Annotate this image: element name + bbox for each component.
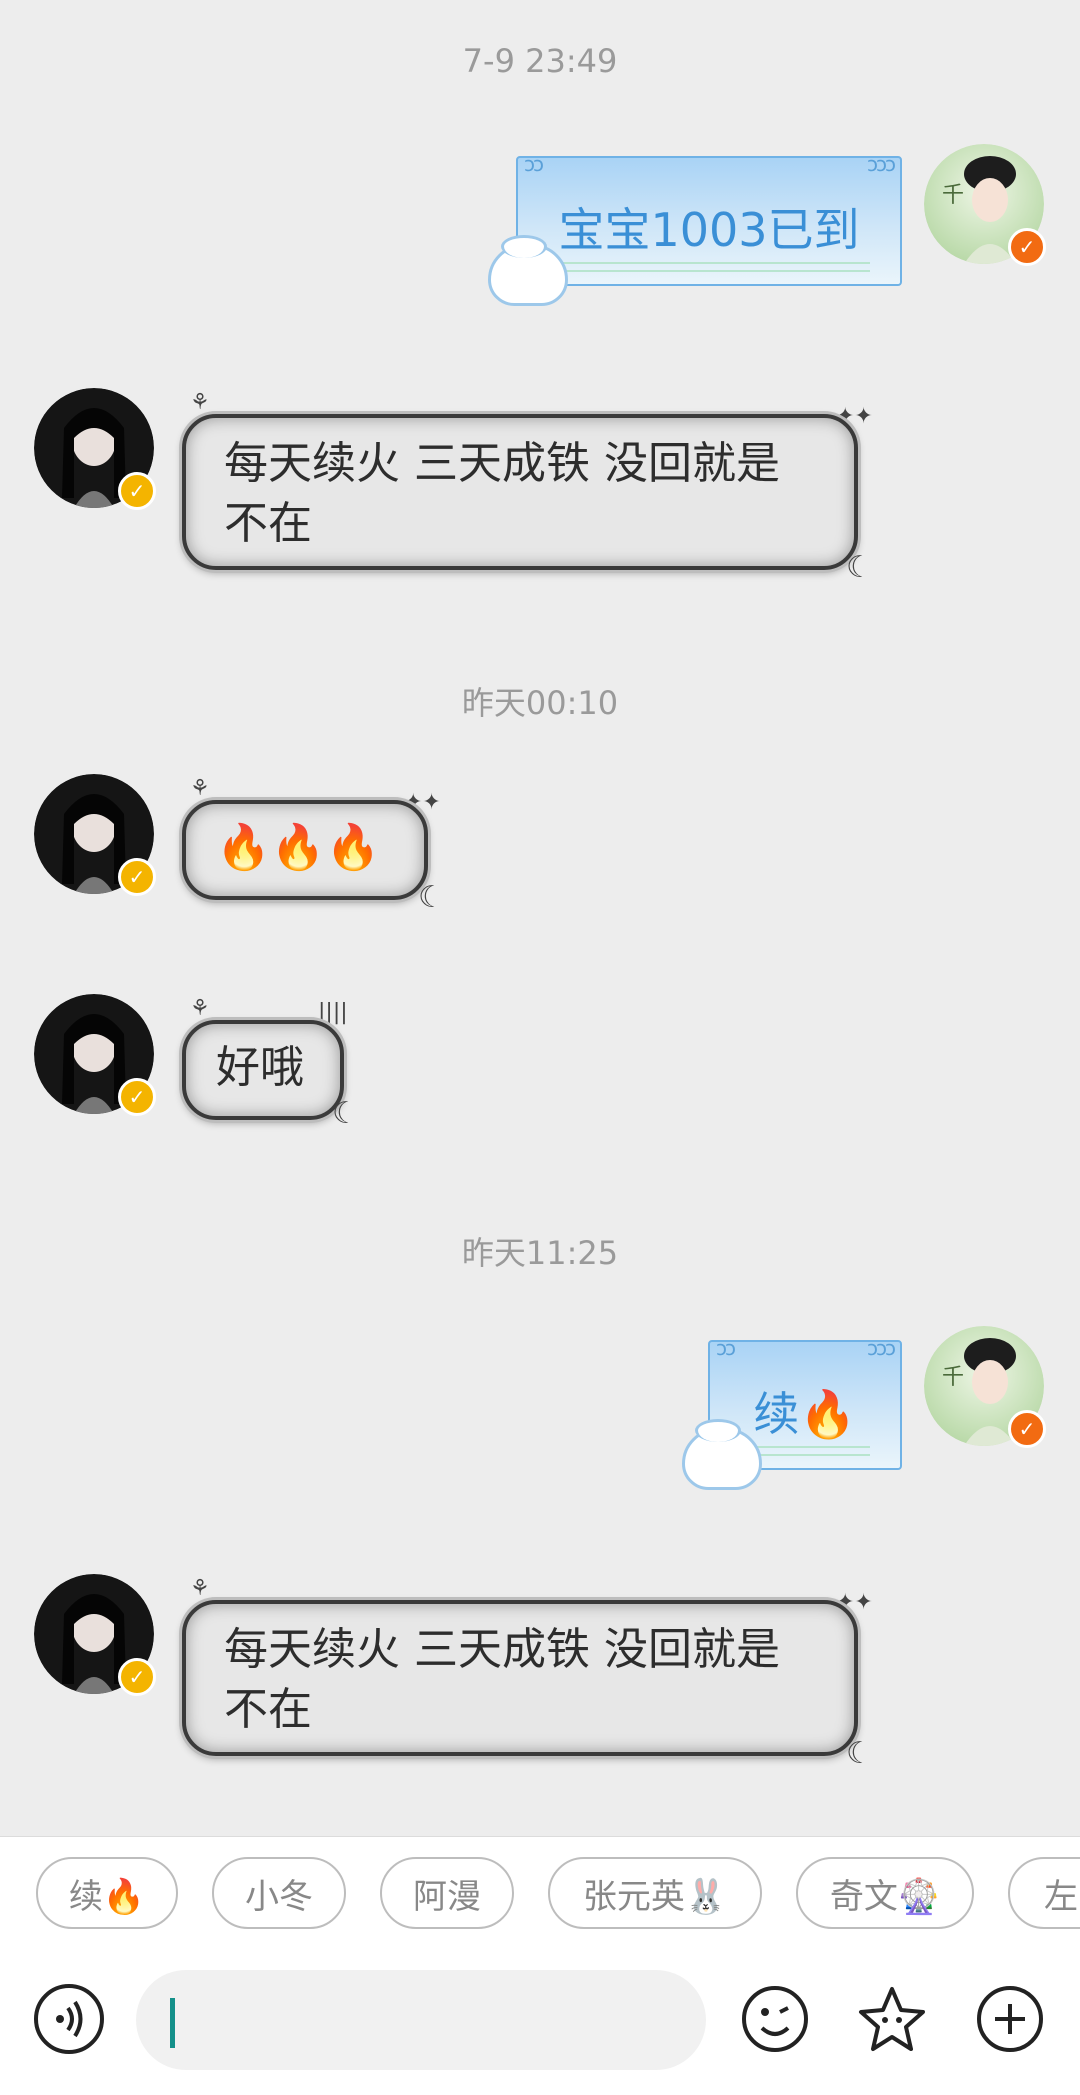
bunny-sticker-icon (682, 1419, 762, 1490)
sparkle-icon: |||| (318, 1000, 348, 1025)
quick-reply-chip[interactable]: 左 (1008, 1857, 1080, 1929)
message-line: 每天续火 三天成铁 没回就是 (224, 1624, 780, 1675)
message-line: 每天续火 三天成铁 没回就是 (224, 438, 780, 489)
ring-icon: ɔɔɔ (867, 1336, 896, 1360)
message-line: 不在 (224, 1684, 312, 1735)
contact-avatar[interactable]: ✓ (34, 388, 156, 510)
ring-icon: ɔɔ (716, 1336, 736, 1360)
contact-avatar[interactable]: ✓ (34, 994, 156, 1116)
my-avatar[interactable]: 千 ✓ (924, 1326, 1046, 1448)
text-caret (170, 1998, 175, 2048)
verified-badge-icon: ✓ (1008, 1410, 1046, 1448)
sticker-star-icon[interactable] (857, 1984, 927, 2054)
ring-icon: ɔɔ (524, 152, 544, 176)
verified-badge-icon: ✓ (1008, 228, 1046, 266)
quick-reply-chip[interactable]: 续🔥 (36, 1857, 178, 1929)
svg-text:千: 千 (942, 1365, 964, 1390)
message-text: 🔥🔥🔥 (216, 822, 381, 873)
divider (740, 1446, 870, 1448)
message-bubble-sent[interactable]: ɔɔ ɔɔɔ 宝宝1003已到 (516, 152, 902, 286)
timestamp: 昨天00:10 (461, 684, 619, 722)
timestamp: 昨天11:25 (461, 1234, 619, 1272)
butterfly-icon: ⚘ (190, 390, 210, 415)
message-text: 好哦 (216, 1042, 304, 1093)
message-input[interactable] (136, 1970, 706, 2070)
moon-icon: ☾ (418, 880, 445, 915)
butterfly-icon: ⚘ (190, 996, 210, 1021)
contact-avatar[interactable]: ✓ (34, 1574, 156, 1696)
plus-icon[interactable] (975, 1984, 1045, 2054)
message-text: 每天续火 三天成铁 没回就是 不在 (224, 1620, 824, 1740)
contact-avatar[interactable]: ✓ (34, 774, 156, 896)
moon-icon: ☾ (332, 1096, 359, 1131)
quick-reply-chip[interactable]: 阿漫 (380, 1857, 514, 1929)
message-bubble-received[interactable]: 每天续火 三天成铁 没回就是 不在 (182, 1600, 858, 1756)
quick-reply-bar: 续🔥 小冬 阿漫 张元英🐰 奇文🎡 左 (0, 1836, 1080, 1957)
emoji-icon[interactable] (740, 1984, 810, 2054)
butterfly-icon: ⚘ (190, 1576, 210, 1601)
svg-text:千: 千 (942, 183, 964, 208)
bunny-sticker-icon (488, 235, 568, 306)
voice-icon[interactable] (34, 1984, 104, 2054)
moon-icon: ☾ (846, 1736, 873, 1771)
verified-badge-icon: ✓ (118, 1078, 156, 1116)
message-line: 不在 (224, 498, 312, 549)
verified-badge-icon: ✓ (118, 1658, 156, 1696)
message-text: 宝宝1003已到 (558, 203, 860, 257)
message-text: 每天续火 三天成铁 没回就是 不在 (224, 434, 824, 554)
quick-reply-chip[interactable]: 奇文🎡 (796, 1857, 974, 1929)
verified-badge-icon: ✓ (118, 472, 156, 510)
divider (548, 262, 870, 264)
butterfly-icon: ⚘ (190, 776, 210, 801)
quick-reply-chip[interactable]: 小冬 (212, 1857, 346, 1929)
message-bubble-received[interactable]: 好哦 (182, 1020, 344, 1120)
divider (548, 270, 870, 272)
message-bubble-received[interactable]: 🔥🔥🔥 (182, 800, 428, 900)
quick-reply-chip[interactable]: 张元英🐰 (548, 1857, 762, 1929)
input-bar (0, 1956, 1080, 2095)
verified-badge-icon: ✓ (118, 858, 156, 896)
moon-icon: ☾ (846, 550, 873, 585)
my-avatar[interactable]: 千 ✓ (924, 144, 1046, 266)
timestamp: 7-9 23:49 (462, 42, 618, 80)
ring-icon: ɔɔɔ (867, 152, 896, 176)
message-bubble-received[interactable]: 每天续火 三天成铁 没回就是 不在 (182, 414, 858, 570)
